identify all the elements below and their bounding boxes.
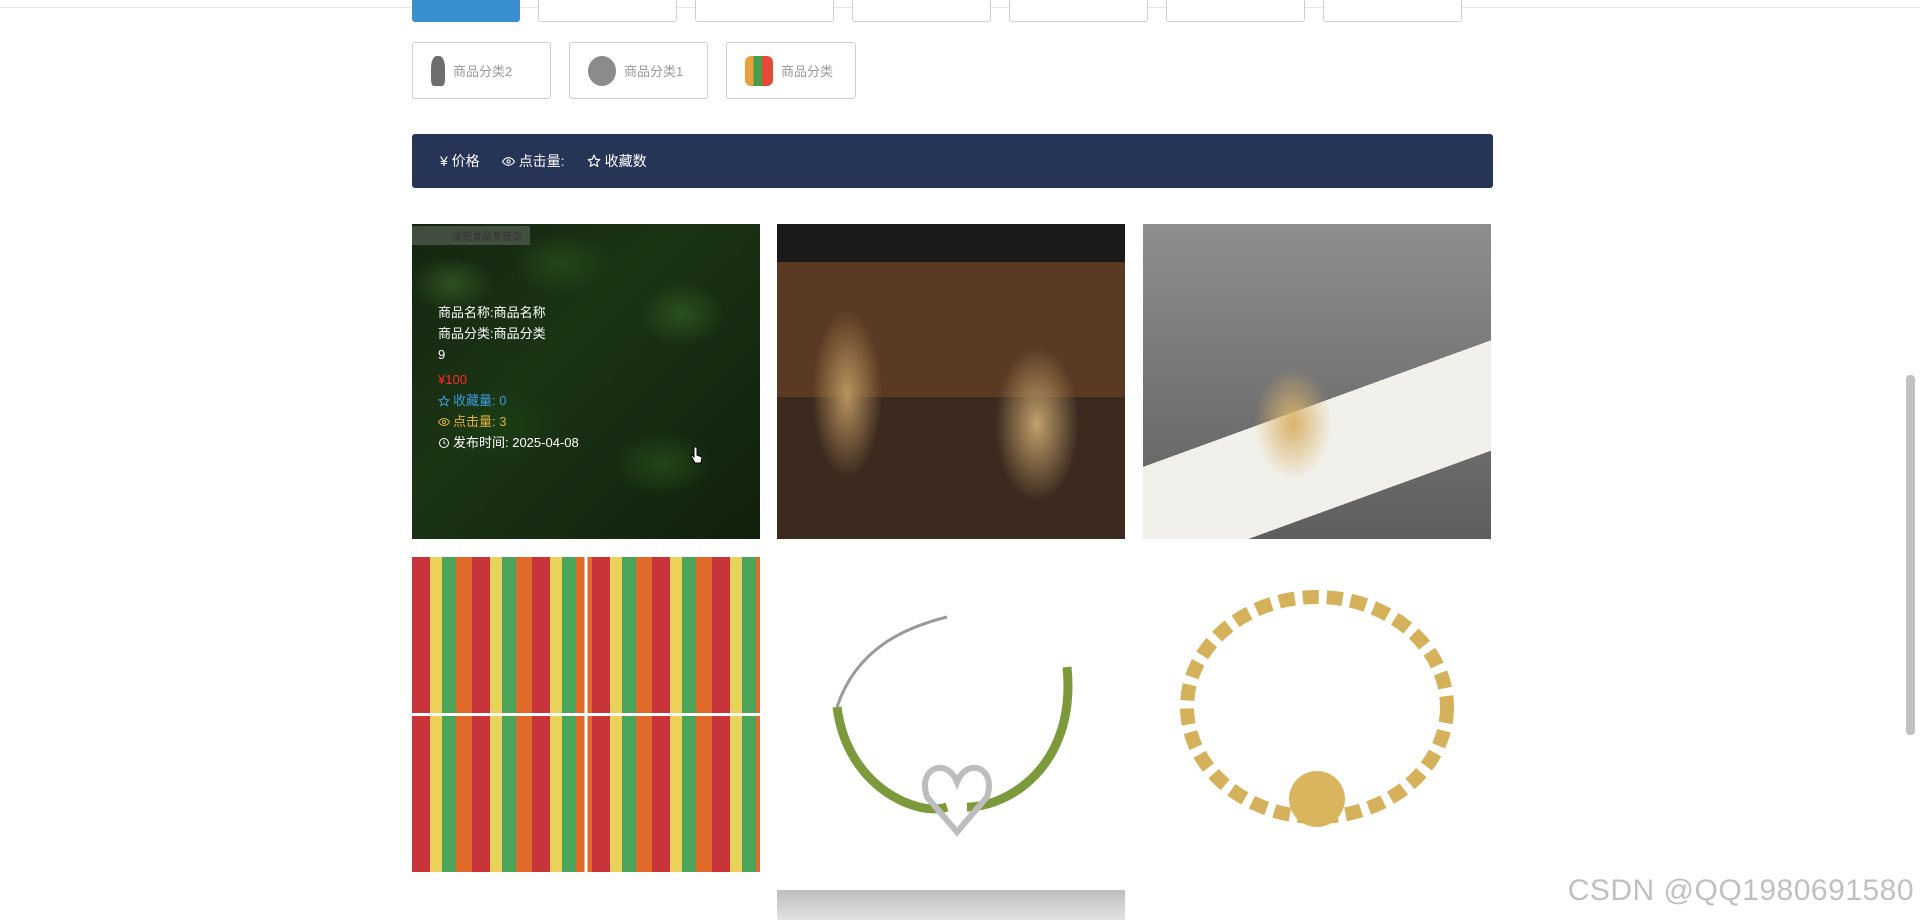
category-chip-active[interactable]: [412, 0, 520, 22]
star-icon: [587, 154, 600, 167]
category-row-2: 商品分类2 商品分类1 商品分类: [412, 42, 856, 99]
product-image: [777, 224, 1125, 539]
product-favorites-text: 收藏量: 0: [453, 393, 507, 408]
sort-price-label: ¥ 价格: [440, 153, 480, 169]
product-count: 9: [438, 347, 446, 362]
product-image: [1143, 557, 1491, 872]
product-price: ¥100: [438, 372, 467, 387]
category-label: 商品分类: [781, 64, 834, 79]
clock-icon: [439, 437, 449, 448]
bottles-thumbnail-icon: [745, 55, 773, 86]
product-published-text: 发布时间: 2025-04-08: [453, 435, 579, 450]
category-label: 商品分类1: [624, 64, 684, 79]
category-chip[interactable]: [538, 0, 677, 22]
product-image: [777, 557, 1125, 872]
sort-favorites-button[interactable]: 收藏数: [587, 151, 647, 171]
product-image: [412, 890, 760, 920]
product-card[interactable]: [777, 557, 1125, 872]
category-chip[interactable]: [695, 0, 834, 22]
product-card[interactable]: [1143, 890, 1491, 920]
product-card[interactable]: [1143, 557, 1491, 872]
category-chip[interactable]: [1009, 0, 1148, 22]
category-chip-2[interactable]: 商品分类2: [412, 42, 551, 99]
sort-favorites-label: 收藏数: [604, 153, 647, 169]
gold-bracelet-illustration: [1180, 590, 1454, 827]
category-chip[interactable]: [1323, 0, 1462, 22]
product-card[interactable]: 淡宛食品专营店 商品名称:商品名称 商品分类:商品分类 9 ¥100 收藏量: …: [412, 224, 760, 539]
vertical-scrollbar[interactable]: [1906, 375, 1915, 735]
sort-bar: ¥ 价格 点击量: 收藏数: [412, 134, 1493, 188]
product-name: 商品名称:商品名称: [438, 305, 546, 320]
eye-icon: [438, 417, 450, 426]
category-chip-0[interactable]: 商品分类: [726, 42, 856, 99]
product-card[interactable]: [1143, 224, 1491, 539]
product-card[interactable]: [412, 890, 760, 920]
category-label: 商品分类2: [453, 64, 513, 79]
product-image: [1143, 890, 1491, 920]
product-clicks-text: 点击量: 3: [453, 414, 507, 429]
product-card[interactable]: [777, 890, 1125, 920]
watermark: CSDN @QQ1980691580: [1567, 874, 1914, 907]
category-chip[interactable]: [1166, 0, 1305, 22]
product-favorites: 收藏量: 0: [438, 390, 734, 411]
star-icon: [438, 394, 450, 407]
sort-clicks-button[interactable]: 点击量:: [501, 151, 565, 171]
product-category: 商品分类:商品分类: [438, 326, 546, 341]
product-card[interactable]: [412, 557, 760, 872]
product-image: [1143, 224, 1491, 539]
product-image: [777, 890, 1125, 920]
pointer-cursor-icon: [690, 446, 702, 464]
category-row-1: [412, 0, 1462, 22]
product-clicks: 点击量: 3: [438, 411, 734, 432]
category-chip[interactable]: [852, 0, 991, 22]
sort-price-button[interactable]: ¥ 价格: [440, 151, 480, 171]
bracelet-illustration: [832, 615, 1073, 837]
product-image: [412, 557, 760, 872]
dress-thumbnail-icon: [431, 55, 445, 86]
product-hover-overlay: 商品名称:商品名称 商品分类:商品分类 9 ¥100 收藏量: 0 点击量: 3…: [412, 224, 760, 539]
eye-icon: [501, 156, 515, 166]
sort-clicks-label: 点击量:: [518, 153, 565, 169]
product-thumbnail-icon: [588, 55, 616, 86]
product-card[interactable]: [777, 224, 1125, 539]
category-chip-1[interactable]: 商品分类1: [569, 42, 708, 99]
